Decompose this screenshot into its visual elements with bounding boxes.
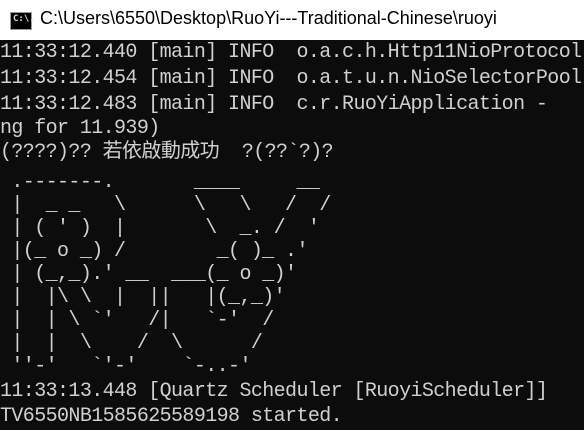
- console-line: 11:33:12.454 [main] INFO o.a.t.u.n.NioSe…: [0, 67, 582, 90]
- cmd-console-icon: C:\.: [10, 12, 35, 30]
- console-line: TV6550NB1585625589198 started.: [0, 405, 343, 428]
- ascii-art-line: ''-' `'-' `-..-': [0, 355, 251, 378]
- console-line: 11:33:12.440 [main] INFO o.a.c.h.Http11N…: [0, 41, 582, 64]
- window-title: C:\Users\6550\Desktop\RuoYi---Traditiona…: [40, 8, 497, 28]
- console-line: (????)?? 若依啟動成功 ?(??`?)?: [0, 141, 334, 164]
- cmd-icon-label: C:\.: [13, 14, 35, 24]
- console-line: 11:33:13.448 [Quartz Scheduler [RuoyiSch…: [0, 380, 548, 403]
- window-titlebar[interactable]: C:\. C:\Users\6550\Desktop\RuoYi---Tradi…: [0, 0, 584, 40]
- console-line: 11:33:12.483 [main] INFO c.r.RuoYiApplic…: [0, 93, 559, 116]
- console-output[interactable]: 11:33:12.440 [main] INFO o.a.c.h.Http11N…: [0, 40, 584, 430]
- console-window: C:\. C:\Users\6550\Desktop\RuoYi---Tradi…: [0, 0, 584, 430]
- console-line: ng for 11.939): [0, 117, 160, 140]
